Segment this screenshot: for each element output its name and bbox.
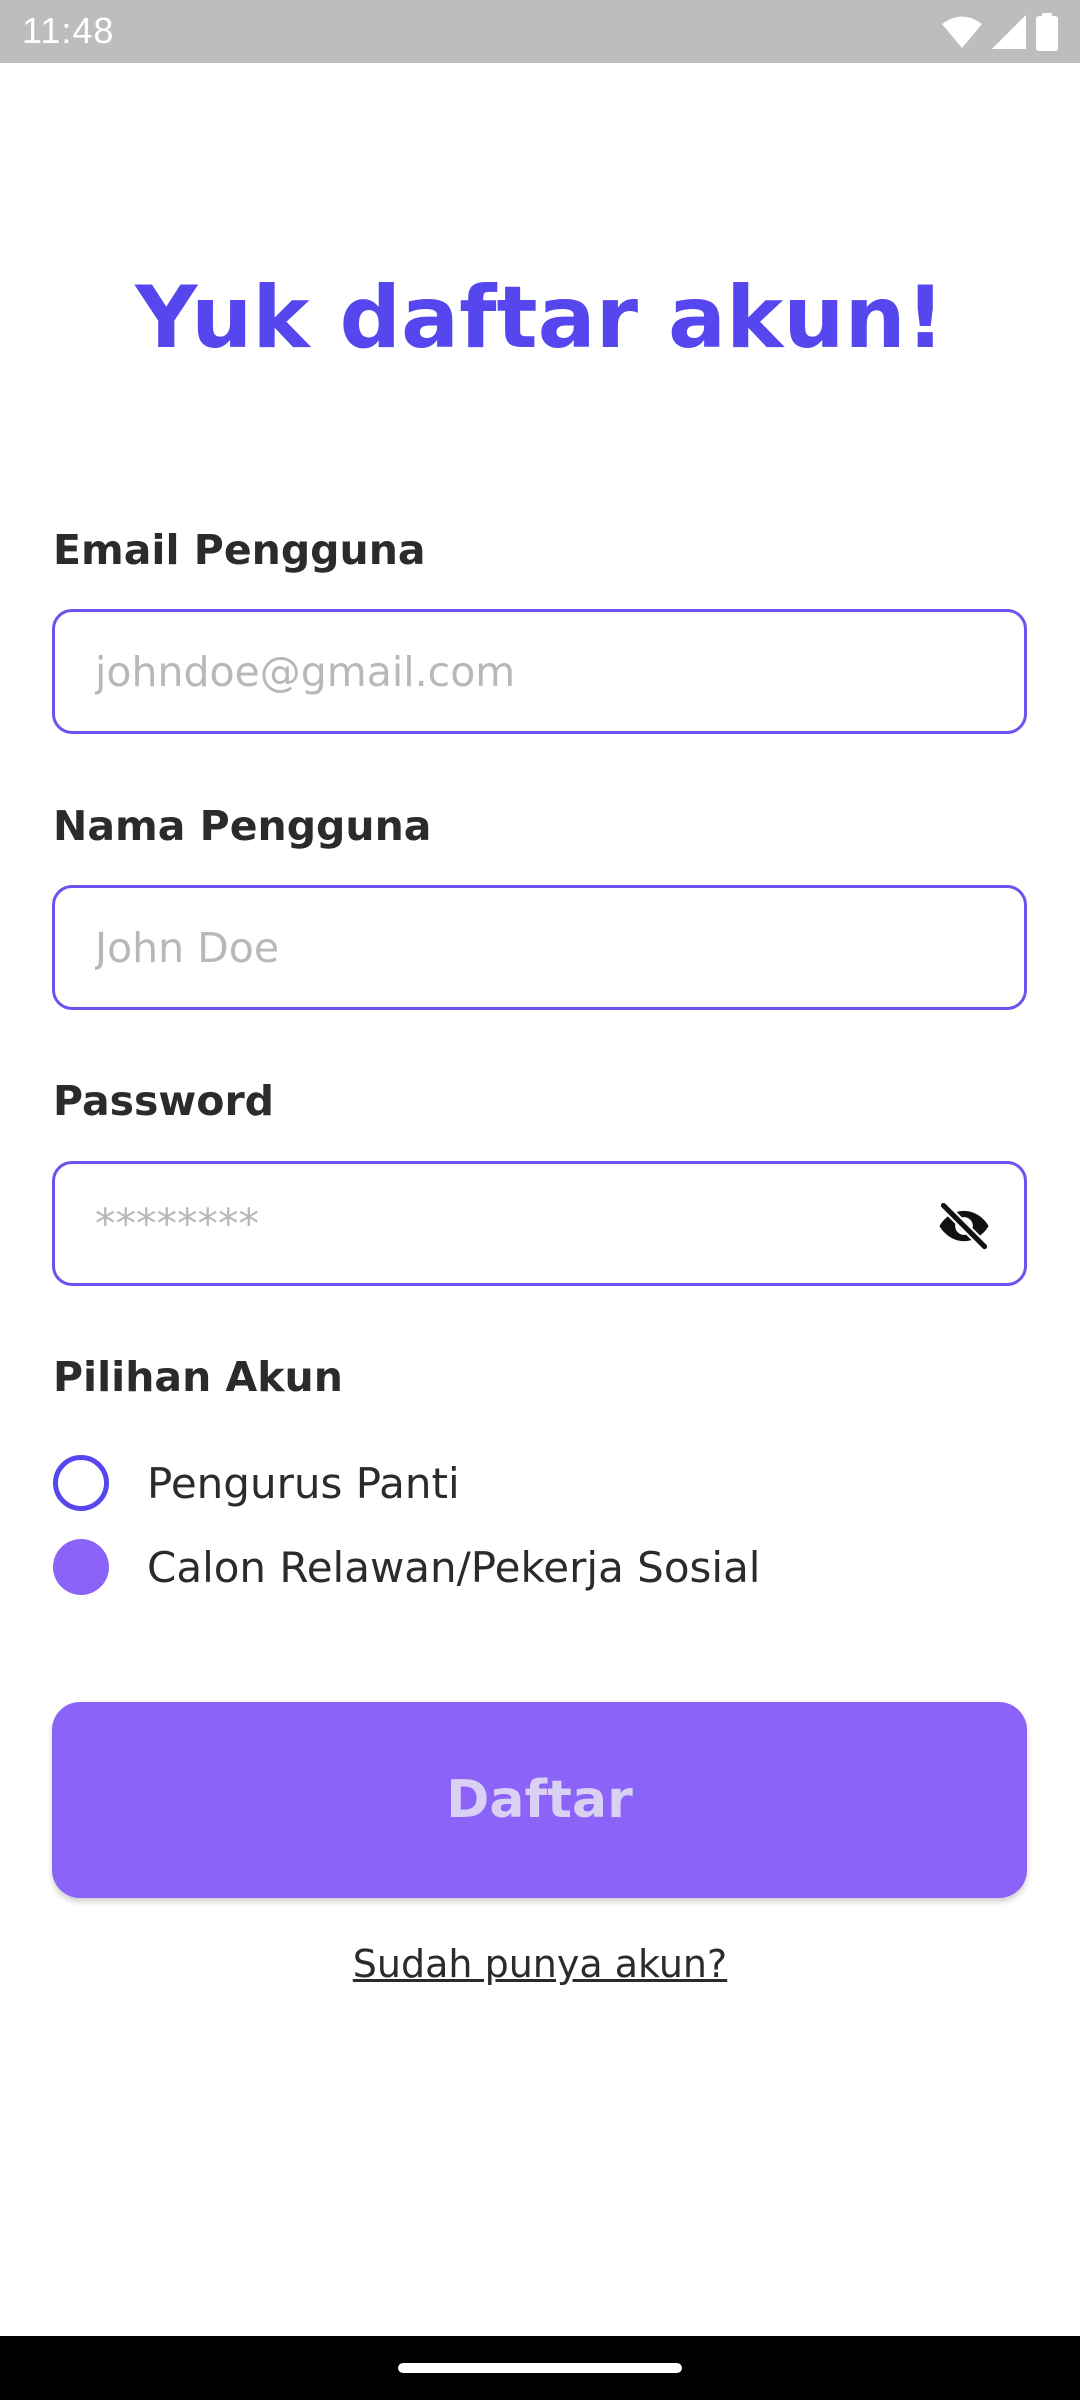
wifi-icon: [942, 16, 982, 48]
status-bar: 11:48: [0, 0, 1080, 63]
eye-off-icon[interactable]: [934, 1198, 994, 1254]
password-field-container: [52, 1161, 1027, 1286]
status-time: 11:48: [22, 10, 115, 51]
register-screen: 11:48 Yuk daftar akun! Email Pengguna Na…: [0, 0, 1080, 2400]
email-label: Email Pengguna: [53, 526, 426, 574]
account-type-label: Pilihan Akun: [53, 1353, 343, 1401]
password-label: Password: [53, 1077, 275, 1125]
signal-icon: [992, 15, 1026, 49]
email-field-container: [52, 609, 1027, 734]
radio-checked-icon[interactable]: [53, 1539, 109, 1595]
battery-icon: [1036, 13, 1058, 51]
login-link[interactable]: Sudah punya akun?: [0, 1942, 1080, 1986]
radio-label: Pengurus Panti: [147, 1458, 460, 1508]
page-title: Yuk daftar akun!: [135, 268, 945, 368]
radio-option-pengurus-panti[interactable]: Pengurus Panti: [53, 1453, 460, 1513]
status-icons: [942, 12, 1058, 52]
password-field[interactable]: [95, 1164, 955, 1283]
radio-option-calon-relawan[interactable]: Calon Relawan/Pekerja Sosial: [53, 1537, 760, 1597]
register-button[interactable]: Daftar: [52, 1702, 1027, 1898]
name-field-container: [52, 885, 1027, 1010]
name-label: Nama Pengguna: [53, 802, 432, 850]
home-indicator[interactable]: [398, 2363, 682, 2373]
radio-label: Calon Relawan/Pekerja Sosial: [147, 1542, 761, 1592]
radio-unchecked-icon[interactable]: [53, 1455, 109, 1511]
name-field[interactable]: [95, 888, 955, 1007]
email-field[interactable]: [95, 612, 955, 731]
